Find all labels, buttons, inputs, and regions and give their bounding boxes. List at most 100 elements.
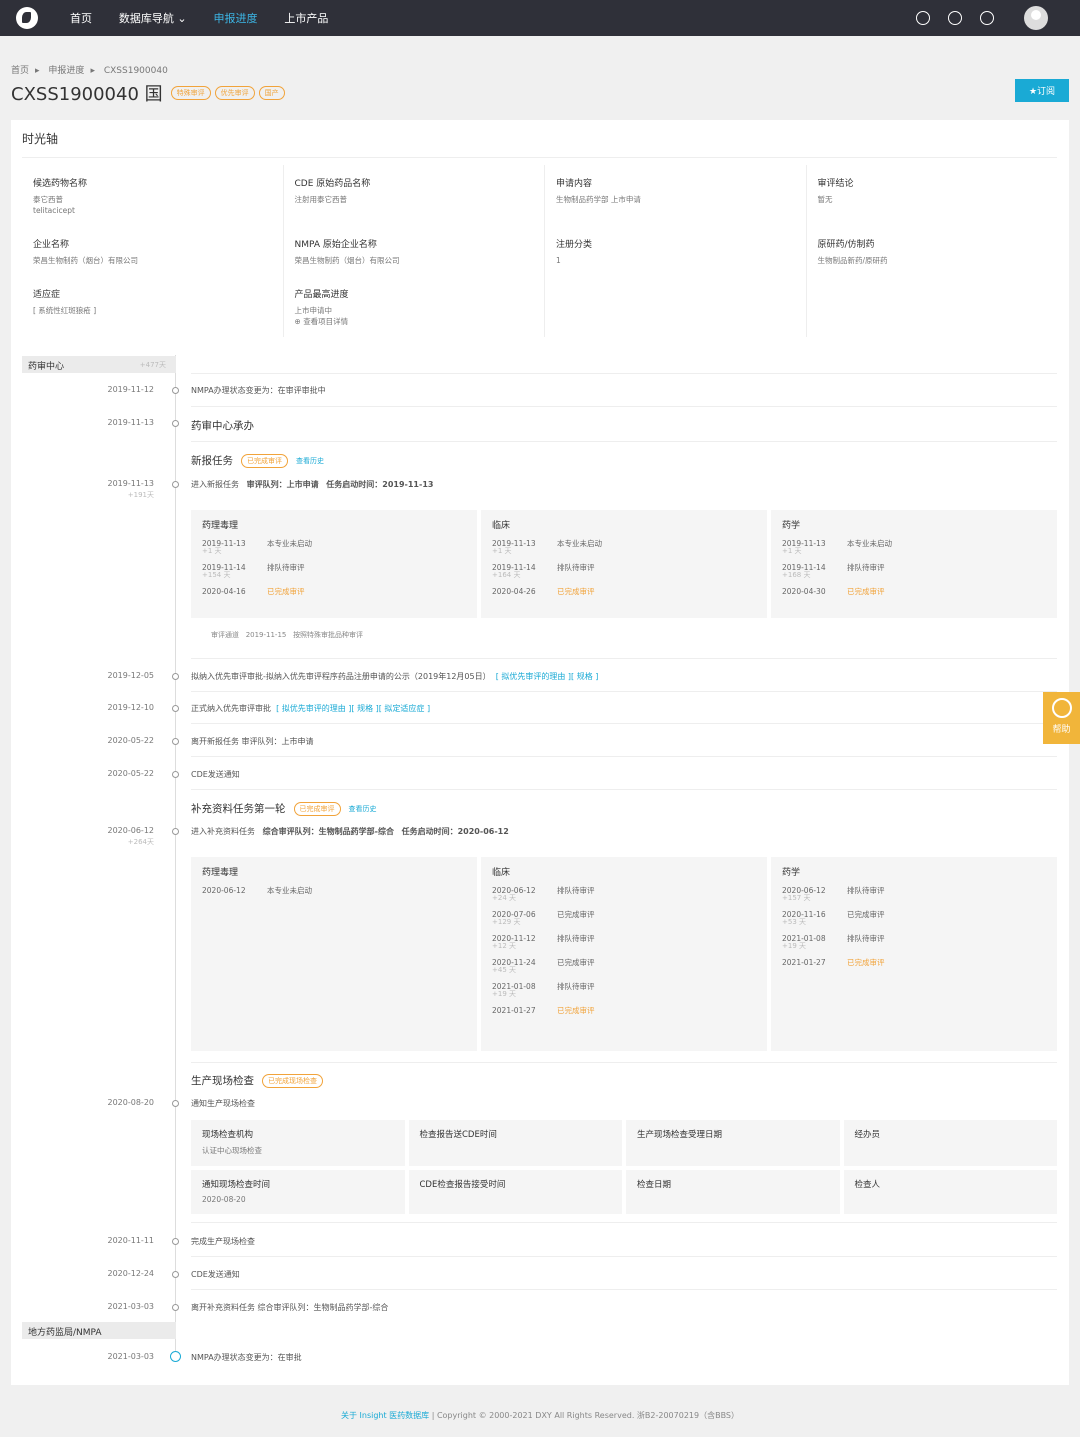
- row-days: +45 天: [492, 966, 516, 974]
- task-status-badge: 已完成审评: [241, 453, 288, 468]
- nav-db-label: 数据库导航: [118, 12, 174, 25]
- date-text: 2019-11-13: [107, 479, 155, 488]
- panel-col: 药理毒理 2019-11-13 本专业未启动 +1 天 2019-11-14 排队待审…: [191, 510, 477, 618]
- nav-products[interactable]: 上市产品: [284, 10, 328, 26]
- divider: [191, 373, 1057, 374]
- inspection-cell: 检查日期: [626, 1170, 840, 1214]
- project-detail-label: 查看项目详情: [303, 317, 349, 326]
- row-date: 2021-01-27: [782, 957, 826, 967]
- timeline-dot: [172, 738, 179, 745]
- event-main: 正式纳入优先审评审批: [191, 704, 271, 713]
- indication-link[interactable]: [ 系统性红斑狼疮 ]: [33, 305, 283, 316]
- panel-col: 临床 2020-06-12 排队待审评 +24 天 2020-07-06 已完成审评 +…: [481, 857, 767, 1051]
- panel-title: 药理毒理: [202, 521, 239, 531]
- help-button[interactable]: 帮助: [1043, 692, 1080, 744]
- crumb-home[interactable]: 首页: [11, 66, 29, 76]
- divider: [191, 441, 1057, 442]
- tag-domestic: 国产: [258, 86, 285, 100]
- nav-home[interactable]: 首页: [70, 10, 92, 26]
- timeline-dot: [172, 420, 179, 427]
- info-label: 申请内容: [556, 179, 593, 189]
- info-value: 注射用泰它西普: [294, 195, 348, 204]
- row-status: 本专业未启动: [267, 538, 312, 548]
- inspection-cell: 生产现场检查受理日期: [626, 1120, 840, 1166]
- bulb-icon[interactable]: [948, 11, 962, 25]
- event-date: 2021-03-03: [107, 1302, 155, 1311]
- row-status: 排队待审评: [557, 562, 595, 572]
- inspection-cell: 检查报告送CDE时间: [408, 1120, 622, 1166]
- event-date: 2019-11-12: [107, 385, 155, 394]
- event-date: 2020-11-11: [107, 1236, 155, 1245]
- info-grid: 候选药物名称 泰它西普 telitacicept CDE 原始药品名称 注射用泰它西普…: [22, 165, 1068, 337]
- divider: [191, 723, 1057, 724]
- row-days: +12 天: [492, 942, 516, 950]
- row-days: +24 天: [492, 894, 516, 902]
- event-date: 2020-06-12 +264天: [80, 826, 155, 847]
- info-value-en: telitacicept: [33, 206, 75, 215]
- event-text: 拟纳入优先审评审批-拟纳入优先审评程序药品注册申请的公示（2019年12月05日…: [191, 671, 598, 682]
- row-status: 本专业未启动: [847, 538, 892, 548]
- channel-label: 审评通道: [211, 631, 239, 639]
- avatar[interactable]: [1024, 6, 1048, 30]
- panel-title: 药学: [782, 521, 801, 531]
- info-value: 上市申请中: [294, 306, 333, 315]
- event-links[interactable]: [ 拟优先审评的理由 ][ 规格 ]: [496, 672, 599, 681]
- review-channel: 审评通道 2019-11-15 按照特殊审批品种审评: [211, 630, 363, 640]
- row-days: +1 天: [202, 547, 222, 555]
- event-text: 进入新报任务 审评队列：上市申请 任务启动时间：2019-11-13: [191, 479, 433, 490]
- project-detail-link[interactable]: ⊕ 查看项目详情: [295, 316, 545, 327]
- row-days: +129 天: [492, 918, 521, 926]
- crumb-sep-icon: ▸: [90, 66, 95, 76]
- panel-title: 药理毒理: [202, 868, 239, 878]
- panel-col: 药理毒理 2020-06-12 本专业未启动: [191, 857, 477, 1051]
- footer: 关于 Insight 医药数据库 | Copyright © 2000-2021…: [0, 1410, 1080, 1421]
- timeline-dot: [172, 481, 179, 488]
- event-links[interactable]: [ 拟优先审评的理由 ][ 规格 ][ 拟定适应症 ]: [276, 704, 430, 713]
- info-value: 荣昌生物制药（烟台）有限公司: [33, 256, 138, 265]
- divider: [191, 789, 1057, 790]
- info-label: 产品最高进度: [294, 290, 349, 300]
- logo[interactable]: [16, 7, 38, 29]
- panel-title: 临床: [492, 521, 511, 531]
- nav-progress[interactable]: 申报进度: [213, 10, 257, 26]
- row-status: 已完成审评: [847, 586, 885, 596]
- search-icon[interactable]: [916, 11, 930, 25]
- help-circle-icon[interactable]: [980, 11, 994, 25]
- view-history-link[interactable]: 查看历史: [349, 804, 377, 814]
- event-text: 离开新报任务 审评队列：上市申请: [191, 737, 314, 746]
- panel-row: 2020-04-30 已完成审评: [782, 584, 1046, 598]
- event-main: 进入新报任务: [191, 480, 239, 489]
- main-nav: 首页 数据库导航 ⌄ 申报进度 上市产品: [70, 10, 352, 26]
- panel-col: 临床 2019-11-13 本专业未启动 +1 天 2019-11-14 排队待审评 +…: [481, 510, 767, 618]
- event-text: 离开补充资料任务 综合审评队列：生物制品药学部-综合: [191, 1303, 389, 1312]
- row-days: +157 天: [782, 894, 811, 902]
- event-date: 2019-12-05: [107, 671, 155, 680]
- event-text: 正式纳入优先审评审批 [ 拟优先审评的理由 ][ 规格 ][ 拟定适应症 ]: [191, 703, 430, 714]
- subscribe-button[interactable]: ★订阅: [1015, 79, 1069, 102]
- review-panel-1: 药理毒理 2019-11-13 本专业未启动 +1 天 2019-11-14 排队待审…: [191, 510, 1057, 618]
- timeline-dot: [172, 1100, 179, 1107]
- event-date: 2021-03-03: [107, 1352, 155, 1361]
- chevron-down-icon: ⌄: [177, 12, 187, 25]
- row-date: 2020-04-26: [492, 586, 536, 596]
- view-history-link[interactable]: 查看历史: [296, 456, 324, 466]
- row-status: 已完成审评: [557, 586, 595, 596]
- row-status: 排队待审评: [557, 885, 595, 895]
- info-value: 1: [556, 256, 561, 265]
- event-date: 2019-12-10: [107, 703, 155, 712]
- help-label: 帮助: [1052, 725, 1071, 735]
- footer-about-link[interactable]: 关于 Insight 医药数据库: [341, 1411, 429, 1420]
- divider: [191, 1289, 1057, 1290]
- task-status-badge: 已完成审评: [293, 801, 341, 816]
- timeline-dot: [172, 705, 179, 712]
- nav-db[interactable]: 数据库导航 ⌄: [119, 10, 187, 26]
- card-title: 时光轴: [22, 132, 59, 146]
- top-navbar: 首页 数据库导航 ⌄ 申报进度 上市产品: [0, 0, 1080, 36]
- event-heading: 药审中心承办: [191, 420, 254, 432]
- row-status: 已完成审评: [847, 909, 885, 919]
- row-date: 2020-04-16: [202, 586, 246, 596]
- info-top-progress: 产品最高进度 上市申请中 ⊕ 查看项目详情: [284, 276, 545, 337]
- crumb-progress[interactable]: 申报进度: [48, 66, 84, 76]
- event-date: 2020-05-22: [107, 769, 155, 778]
- event-queue: 审评队列：上市申请: [246, 480, 319, 489]
